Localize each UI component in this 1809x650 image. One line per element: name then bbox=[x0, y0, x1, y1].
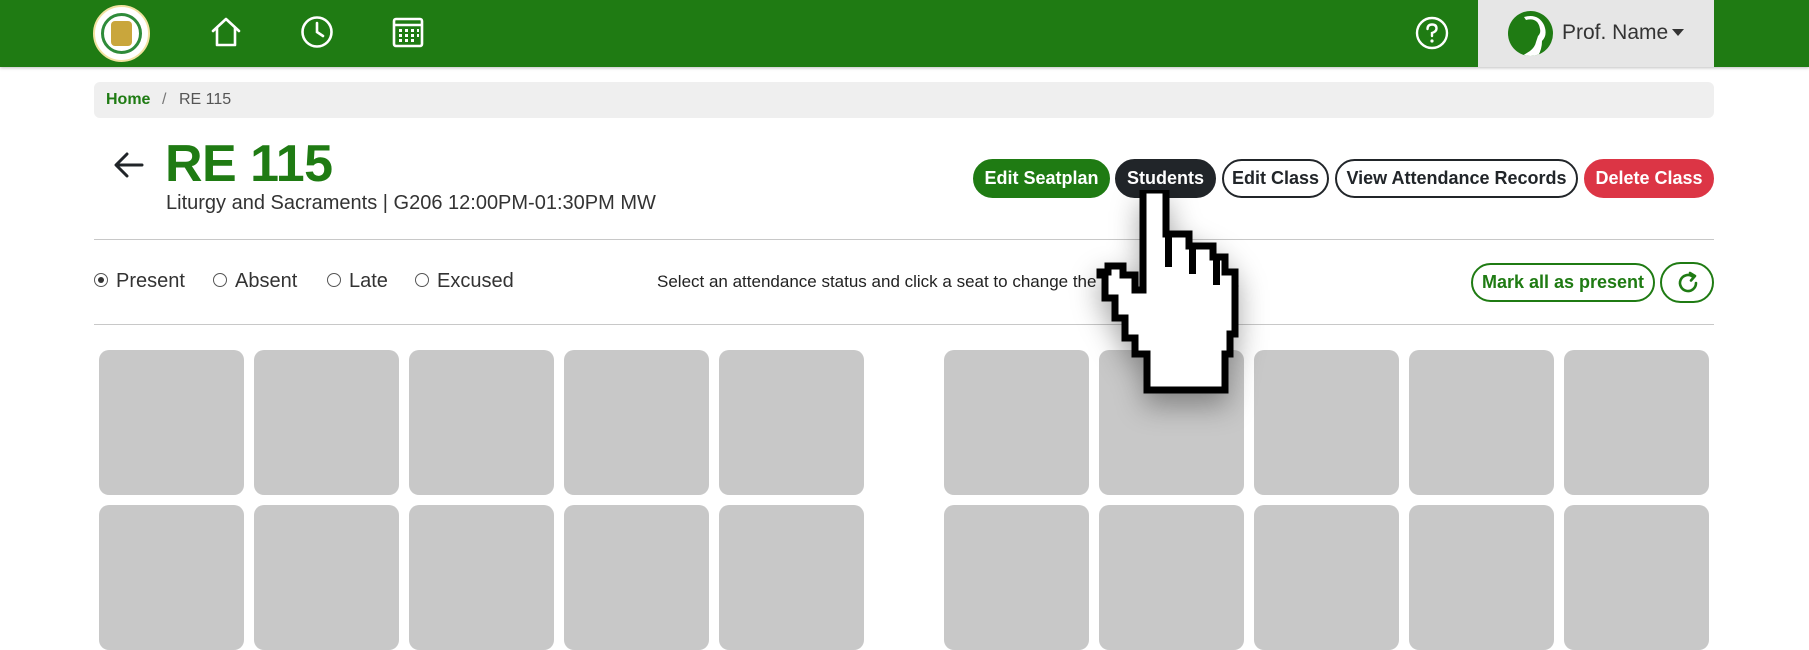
breadcrumb-home-link[interactable]: Home bbox=[106, 91, 150, 109]
status-divider bbox=[94, 324, 1714, 325]
radio-label-absent: Absent bbox=[235, 270, 298, 292]
header-divider bbox=[94, 239, 1714, 240]
seat[interactable] bbox=[409, 505, 554, 650]
radio-button-checked[interactable] bbox=[94, 273, 108, 287]
refresh-icon bbox=[1678, 271, 1698, 293]
seat[interactable] bbox=[99, 350, 244, 495]
school-logo[interactable] bbox=[93, 5, 150, 62]
breadcrumb-separator: / bbox=[162, 91, 167, 108]
seat[interactable] bbox=[944, 350, 1089, 495]
edit-seatplan-button[interactable]: Edit Seatplan bbox=[973, 159, 1110, 198]
profile-name: Prof. Name bbox=[1562, 21, 1669, 44]
breadcrumb: Home / RE 115 bbox=[94, 82, 1714, 118]
radio-label-late: Late bbox=[349, 270, 388, 292]
seat[interactable] bbox=[564, 350, 709, 495]
radio-button[interactable] bbox=[213, 273, 227, 287]
logo-emblem bbox=[111, 21, 132, 46]
seat[interactable] bbox=[1254, 505, 1399, 650]
seat[interactable] bbox=[409, 350, 554, 495]
view-attendance-records-button[interactable]: View Attendance Records bbox=[1335, 159, 1578, 198]
seat[interactable] bbox=[254, 505, 399, 650]
chevron-down-icon bbox=[1672, 29, 1684, 36]
seat[interactable] bbox=[1409, 505, 1554, 650]
seat[interactable] bbox=[254, 350, 399, 495]
breadcrumb-current: RE 115 bbox=[179, 91, 232, 108]
radio-label-excused: Excused bbox=[437, 270, 514, 292]
radio-label-present: Present bbox=[116, 270, 185, 292]
seat[interactable] bbox=[1409, 350, 1554, 495]
seat[interactable] bbox=[1254, 350, 1399, 495]
refresh-button[interactable] bbox=[1660, 262, 1714, 303]
avatar bbox=[1508, 11, 1553, 56]
mark-all-present-button[interactable]: Mark all as present bbox=[1471, 263, 1655, 302]
seat[interactable] bbox=[1099, 505, 1244, 650]
course-subtitle: Liturgy and Sacraments | G206 12:00PM-01… bbox=[166, 192, 656, 214]
back-arrow-icon[interactable] bbox=[112, 148, 146, 182]
help-icon[interactable] bbox=[1415, 16, 1449, 50]
top-navbar: Prof. Name bbox=[0, 0, 1809, 67]
home-icon[interactable] bbox=[208, 14, 244, 50]
seat[interactable] bbox=[1564, 505, 1709, 650]
hand-pointer-cursor-icon bbox=[1095, 186, 1265, 405]
radio-button[interactable] bbox=[327, 273, 341, 287]
page-title: RE 115 bbox=[165, 135, 333, 193]
seat[interactable] bbox=[944, 505, 1089, 650]
radio-button[interactable] bbox=[415, 273, 429, 287]
seat[interactable] bbox=[1564, 350, 1709, 495]
seat[interactable] bbox=[564, 505, 709, 650]
profile-menu[interactable]: Prof. Name bbox=[1478, 0, 1714, 67]
clock-icon[interactable] bbox=[299, 14, 335, 50]
seat[interactable] bbox=[719, 350, 864, 495]
seat[interactable] bbox=[719, 505, 864, 650]
seat[interactable] bbox=[99, 505, 244, 650]
calendar-icon[interactable] bbox=[390, 14, 426, 50]
delete-class-button[interactable]: Delete Class bbox=[1584, 159, 1714, 198]
